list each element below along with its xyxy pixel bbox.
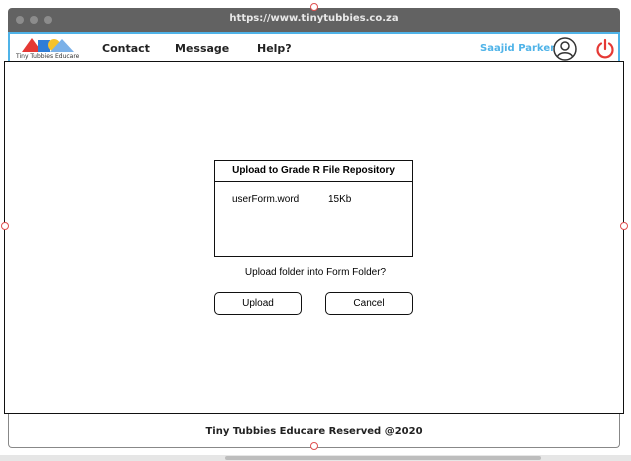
resize-handle-left[interactable] <box>1 222 9 230</box>
resize-handle-right[interactable] <box>620 222 628 230</box>
resize-handle-top[interactable] <box>310 3 318 11</box>
user-avatar-icon[interactable] <box>553 37 577 61</box>
file-name[interactable]: userForm.word <box>232 194 299 205</box>
browser-chrome: https://www.tinytubbies.co.za <box>8 8 620 32</box>
upload-prompt: Upload folder into Form Folder? <box>244 267 387 278</box>
upload-button[interactable]: Upload <box>214 292 302 315</box>
logo-text: Tiny Tubbies Educare <box>16 53 80 60</box>
file-size: 15Kb <box>328 194 352 205</box>
logo-icon <box>22 38 74 52</box>
nav-message-link[interactable]: Message <box>175 42 229 55</box>
resize-handle-bottom[interactable] <box>310 442 318 450</box>
footer-text: Tiny Tubbies Educare Reserved @2020 <box>205 426 423 437</box>
scrollbar-thumb[interactable] <box>225 456 541 460</box>
address-bar-url[interactable]: https://www.tinytubbies.co.za <box>8 13 620 24</box>
top-navbar: Tiny Tubbies Educare Contact Message Hel… <box>8 32 620 64</box>
user-name[interactable]: Saajid Parker <box>480 43 555 54</box>
upload-dialog: Upload to Grade R File Repository userFo… <box>214 160 413 257</box>
cancel-button[interactable]: Cancel <box>325 292 413 315</box>
logo[interactable]: Tiny Tubbies Educare <box>16 36 80 62</box>
power-icon[interactable] <box>595 38 615 60</box>
dialog-title: Upload to Grade R File Repository <box>215 161 412 182</box>
nav-help-link[interactable]: Help? <box>257 42 292 55</box>
nav-contact-link[interactable]: Contact <box>102 42 150 55</box>
